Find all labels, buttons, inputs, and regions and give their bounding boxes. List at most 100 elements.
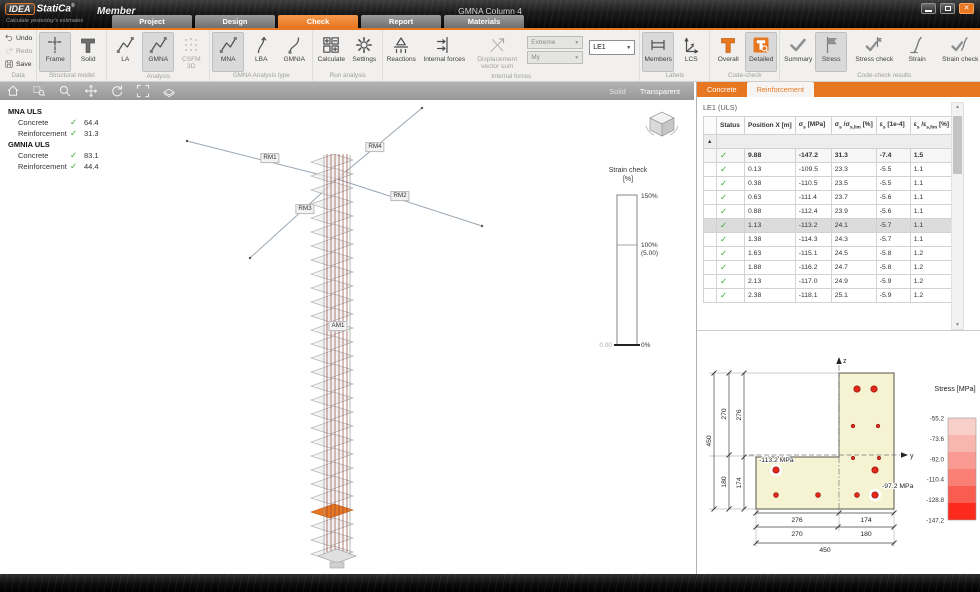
internal-forces-button[interactable]: Internal forces: [418, 32, 470, 72]
table-row[interactable]: ✓0.88-112.423.9-5.61.1: [704, 205, 953, 219]
column-header[interactable]: Status: [717, 117, 745, 135]
solid-button[interactable]: Solid: [72, 32, 104, 72]
column-header[interactable]: σs /σs,lim [%]: [831, 117, 876, 135]
column-header[interactable]: Position X [m]: [745, 117, 796, 135]
frame-button[interactable]: Frame: [39, 32, 71, 72]
save-button[interactable]: Save: [2, 58, 34, 70]
tab-project[interactable]: Project: [112, 15, 192, 28]
scroll-up-icon[interactable]: ▲: [952, 104, 963, 110]
window-controls: ✕: [921, 3, 974, 14]
dim-label: 180: [721, 476, 728, 488]
table-cell: -109.5: [795, 163, 831, 177]
table-row[interactable]: ✓1.38-114.324.3-5.71.1: [704, 233, 953, 247]
table-row[interactable]: ✓0.13-109.523.3-5.51.1: [704, 163, 953, 177]
group-row[interactable]: ▲: [704, 135, 953, 149]
table-cell: 31.3: [831, 149, 876, 163]
summary-button[interactable]: Summary: [782, 32, 814, 72]
table-row[interactable]: ✓1.63-115.124.5-5.81.2: [704, 247, 953, 261]
home-icon[interactable]: [6, 84, 20, 98]
gmnia-button[interactable]: GMNIA: [278, 32, 310, 72]
collapse-icon[interactable]: ▲: [707, 139, 712, 145]
scroll-down-icon[interactable]: ▼: [952, 322, 963, 328]
table-row[interactable]: ✓1.88-116.224.7-5.81.2: [704, 261, 953, 275]
rotate-icon[interactable]: [110, 84, 124, 98]
stress-check-button[interactable]: Stress check: [848, 32, 900, 72]
cross-section-shape: [756, 373, 894, 509]
section-view: zy-113.2 MPa-97.2 MPa2761742701804502761…: [697, 331, 980, 573]
view-cube[interactable]: [646, 112, 678, 136]
results-tab-concrete[interactable]: Concrete: [697, 82, 747, 97]
zoom-icon[interactable]: [58, 84, 72, 98]
tab-report[interactable]: Report: [361, 15, 441, 28]
strain-check-button[interactable]: Strain check: [934, 32, 980, 72]
strain-button[interactable]: Strain: [901, 32, 933, 72]
close-button[interactable]: ✕: [959, 3, 974, 14]
table-cell: 24.5: [831, 247, 876, 261]
table-row[interactable]: ✓0.38-110.523.5-5.51.1: [704, 177, 953, 191]
display-mode-solid[interactable]: Solid: [609, 87, 626, 96]
table-cell: -147.2: [795, 149, 831, 163]
viewport-3d[interactable]: Strain check[%]150%100%(5.00)0%0.00 RM1R…: [0, 100, 694, 574]
tab-check[interactable]: Check: [278, 15, 358, 28]
gmna-button[interactable]: GMNA: [142, 32, 174, 72]
tab-materials[interactable]: Materials: [444, 15, 524, 28]
stress-icon: [821, 35, 841, 55]
lcs-button[interactable]: LCS: [675, 32, 707, 72]
column-header[interactable]: σs [MPa]: [795, 117, 831, 135]
section-svg: zy-113.2 MPa-97.2 MPa2761742701804502761…: [697, 331, 980, 573]
ribbon-group-code-check: OverallDetailedCode-check: [710, 30, 780, 81]
table-row[interactable]: ✓2.13-117.024.9-5.91.2: [704, 275, 953, 289]
summary-row: Concrete✓64.4: [8, 117, 128, 128]
table-row[interactable]: ✓2.38-118.125.1-5.91.2: [704, 289, 953, 303]
results-tab-reinforcement[interactable]: Reinforcement: [747, 82, 814, 97]
check-ok-icon: ✓: [720, 220, 727, 230]
minimize-button[interactable]: [921, 3, 936, 14]
table-cell: 9.88: [745, 149, 796, 163]
table-scrollbar[interactable]: ▲ ▼: [951, 102, 964, 330]
clipping-plane-icon[interactable]: [162, 84, 176, 98]
ribbon-group-label: Code-check: [728, 72, 762, 80]
settings-button[interactable]: Settings: [348, 32, 380, 72]
column-header[interactable]: εs /εs,lim [%]: [910, 117, 952, 135]
load-case-combo[interactable]: LE1▼: [589, 40, 635, 55]
fit-view-icon[interactable]: [136, 84, 150, 98]
overall-button[interactable]: Overall: [712, 32, 744, 72]
pan-icon[interactable]: [84, 84, 98, 98]
reactions-button[interactable]: Reactions: [385, 32, 417, 72]
legend-band: [948, 435, 976, 452]
ribbon-group-label: Run analysis: [330, 72, 366, 80]
zoom-window-icon[interactable]: [32, 84, 46, 98]
rebar-point: [876, 424, 880, 428]
detailed-button[interactable]: Detailed: [745, 32, 777, 72]
tab-design[interactable]: Design: [195, 15, 275, 28]
mna-button[interactable]: MNA: [212, 32, 244, 72]
maximize-button[interactable]: [940, 3, 955, 14]
undo-button[interactable]: Undo: [2, 32, 34, 44]
summary-value: 44.4: [84, 162, 128, 171]
ribbon-group-label: Code-check results: [857, 72, 911, 80]
table-cell: 2.38: [745, 289, 796, 303]
dim-label: 450: [706, 435, 713, 447]
ribbon-group-gmna-analysis-type: MNALBAGMNIAGMNA Analysis type: [210, 30, 313, 81]
display-mode-transparent[interactable]: Transparent: [640, 87, 680, 96]
members-button[interactable]: Members: [642, 32, 674, 72]
table-row[interactable]: ✓0.63-111.423.7-5.61.1: [704, 191, 953, 205]
status-cell: ✓: [717, 149, 745, 163]
table-cell: 1.2: [910, 247, 952, 261]
gear-icon: [354, 35, 374, 55]
strain-check-icon: [950, 35, 970, 55]
calculate-button[interactable]: Calculate: [315, 32, 347, 72]
legend-band: [948, 486, 976, 503]
lba-button[interactable]: LBA: [245, 32, 277, 72]
chevron-down-icon: ▼: [574, 40, 579, 46]
summary-extreme-row[interactable]: ✓9.88-147.231.3-7.41.5: [704, 149, 953, 163]
table-cell: 1.1: [910, 233, 952, 247]
scrollbar-thumb[interactable]: [953, 116, 962, 174]
la-button[interactable]: LA: [109, 32, 141, 72]
check-ok-icon: ✓: [720, 150, 727, 160]
stress-button[interactable]: Stress: [815, 32, 847, 72]
column-header[interactable]: εs [1e-4]: [876, 117, 910, 135]
stress-callout-1: -113.2 MPa: [759, 457, 794, 464]
ribbon-group-structural-model: FrameSolidStructural model: [37, 30, 107, 81]
table-row[interactable]: ✓1.13-113.224.1-5.71.1: [704, 219, 953, 233]
